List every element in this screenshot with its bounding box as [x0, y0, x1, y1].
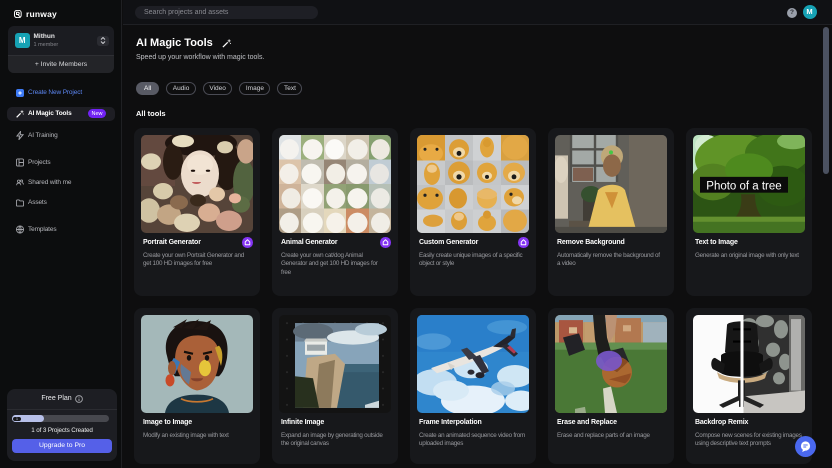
- svg-text:Photo of a tree: Photo of a tree: [706, 180, 781, 193]
